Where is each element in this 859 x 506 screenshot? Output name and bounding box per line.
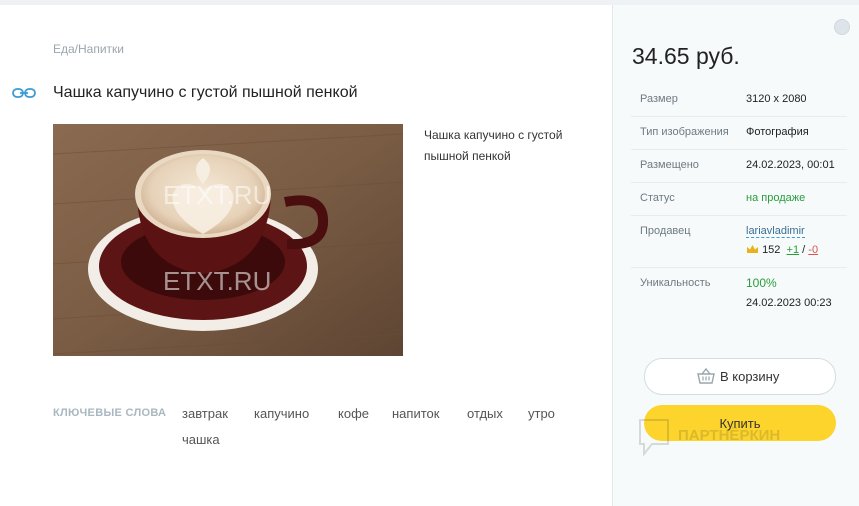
prop-value: 24.02.2023, 00:01 <box>746 159 835 171</box>
keyword-tag[interactable]: отдых <box>467 406 503 421</box>
keyword-tag[interactable]: завтрак <box>182 406 228 421</box>
prop-row-size: Размер 3120 x 2080 <box>631 83 847 117</box>
seller-minus[interactable]: -0 <box>808 244 818 256</box>
add-to-cart-label: В корзину <box>720 369 780 384</box>
prop-label: Размещено <box>640 159 699 171</box>
prop-row-type: Тип изображения Фотография <box>631 116 847 150</box>
prop-row-posted: Размещено 24.02.2023, 00:01 <box>631 149 847 183</box>
prop-label: Уникальность <box>640 277 711 289</box>
seller-link[interactable]: lariavladimir <box>746 225 805 238</box>
product-photo[interactable]: ETXT.RU ETXT.RU <box>53 124 403 356</box>
prop-row-uniqueness: Уникальность 100% 24.02.2023 00:23 <box>631 267 847 318</box>
keywords-label: КЛЮЧЕВЫЕ СЛОВА <box>53 407 167 419</box>
seller-rating-line: 152 +1 / -0 <box>746 244 818 256</box>
close-dot[interactable] <box>834 19 850 35</box>
watermark-top: ETXT.RU <box>163 180 271 210</box>
uniqueness-date: 24.02.2023 00:23 <box>746 297 832 309</box>
crown-icon <box>747 245 758 253</box>
prop-row-status: Статус на продаже <box>631 182 847 216</box>
rating-separator: / <box>802 244 806 256</box>
keyword-tag[interactable]: чашка <box>182 432 220 447</box>
prop-row-seller: Продавец lariavladimir 152 +1 / -0 <box>631 215 847 268</box>
prop-value: Фотография <box>746 126 809 138</box>
keyword-tag[interactable]: кофе <box>338 406 369 421</box>
status-badge: на продаже <box>746 192 806 204</box>
prop-label: Тип изображения <box>640 126 729 138</box>
seller-rating: 152 <box>762 244 781 256</box>
prop-label: Продавец <box>640 225 691 237</box>
breadcrumb[interactable]: Еда/Напитки <box>53 42 124 56</box>
watermark-bottom: ETXT.RU <box>163 266 271 296</box>
seller-plus[interactable]: +1 <box>787 244 800 256</box>
keyword-tag[interactable]: утро <box>528 406 555 421</box>
uniqueness-value: 100% <box>746 276 777 290</box>
prop-value: 3120 x 2080 <box>746 93 807 105</box>
prop-label: Статус <box>640 192 675 204</box>
link-icon[interactable] <box>12 86 36 100</box>
keyword-tag[interactable]: капучино <box>254 406 309 421</box>
add-to-cart-button[interactable]: В корзину <box>644 358 836 395</box>
photo-description: Чашка капучино с густой пышной пенкой <box>424 128 563 163</box>
page-title: Чашка капучино с густой пышной пенкой <box>53 84 358 101</box>
keyword-tag[interactable]: напиток <box>392 406 439 421</box>
price: 34.65 руб. <box>632 43 740 69</box>
basket-icon <box>697 368 715 384</box>
buy-button[interactable]: Купить <box>644 405 836 441</box>
prop-label: Размер <box>640 93 678 105</box>
buy-label: Купить <box>719 416 761 431</box>
